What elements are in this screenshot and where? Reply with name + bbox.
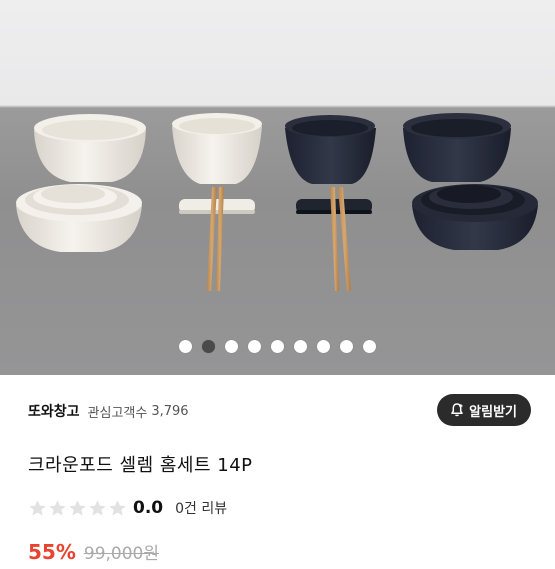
navy-small-bowl xyxy=(285,115,376,184)
carousel-dot[interactable] xyxy=(179,340,192,353)
price-row: 55% 99,000원 xyxy=(28,539,159,569)
carousel-dot[interactable] xyxy=(317,340,330,353)
cream-nested-plates xyxy=(16,184,142,252)
product-title: 크라운포드 셀렘 홈세트 14P xyxy=(28,455,253,476)
notify-button-label: 알림받기 xyxy=(469,404,517,420)
rating-row[interactable]: 0.0 0건 리뷰 xyxy=(28,496,227,520)
carousel-dot[interactable] xyxy=(225,340,238,353)
product-photo xyxy=(16,113,538,291)
carousel-dot[interactable] xyxy=(363,340,376,353)
star-icon xyxy=(109,499,126,516)
review-count[interactable]: 0건 리뷰 xyxy=(175,498,227,518)
carousel-dot[interactable] xyxy=(294,340,307,353)
follower-count: 3,796 xyxy=(151,403,189,419)
discount-rate: 55% xyxy=(28,540,76,564)
star-icon xyxy=(69,499,86,516)
notify-button[interactable]: 알림받기 xyxy=(437,394,531,426)
bell-plus-icon xyxy=(451,403,463,417)
navy-large-bowl xyxy=(403,113,511,182)
carousel-dot[interactable] xyxy=(340,340,353,353)
carousel-dot[interactable] xyxy=(202,340,215,353)
follower-label: 관심고객수 xyxy=(87,405,148,421)
product-image[interactable] xyxy=(0,0,555,375)
original-price: 99,000원 xyxy=(83,544,159,564)
rating-value: 0.0 xyxy=(133,498,164,518)
carousel-indicator[interactable] xyxy=(0,340,555,356)
cream-chopstick-rest xyxy=(179,199,255,214)
star-icon xyxy=(49,499,66,516)
carousel-dot[interactable] xyxy=(248,340,261,353)
shop-row: 또와창고 관심고객수 3,796 알림받기 xyxy=(28,394,531,428)
star-rating xyxy=(28,499,127,518)
star-icon xyxy=(89,499,106,516)
star-icon xyxy=(29,499,46,516)
cream-large-bowl xyxy=(34,114,146,182)
navy-nested-plates xyxy=(412,184,538,250)
carousel-dot[interactable] xyxy=(271,340,284,353)
cream-small-bowl xyxy=(172,113,262,184)
shop-name[interactable]: 또와창고 xyxy=(28,401,80,421)
